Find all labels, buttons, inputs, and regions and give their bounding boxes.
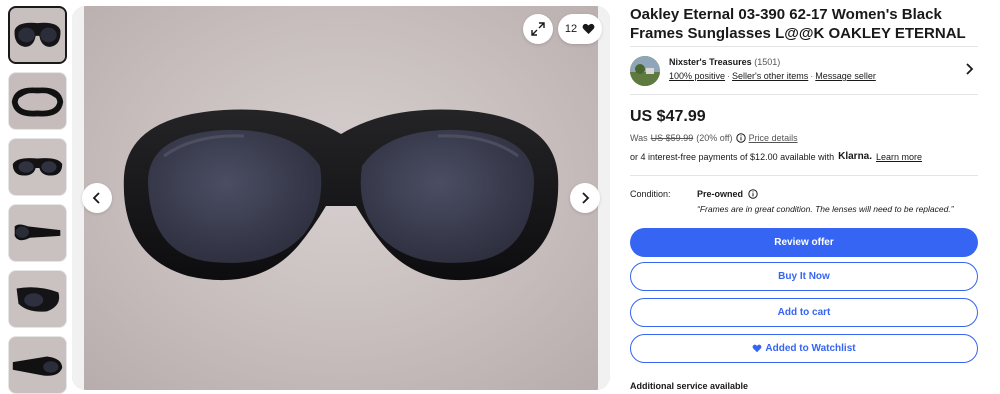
next-image-button[interactable] — [570, 183, 600, 213]
add-to-cart-button[interactable]: Add to cart — [630, 298, 978, 327]
divider — [630, 46, 978, 47]
expand-button[interactable] — [523, 14, 553, 44]
thumbnail-6[interactable] — [8, 336, 67, 394]
condition-value-row: Pre-owned — [697, 189, 758, 199]
seller-other-items-link[interactable]: Seller's other items — [732, 71, 808, 81]
was-label: Was — [630, 133, 648, 143]
thumbnail-strip — [8, 6, 68, 394]
chevron-right-icon — [582, 192, 590, 204]
watch-count: 12 — [564, 23, 578, 35]
divider — [630, 94, 978, 95]
previous-image-button[interactable] — [82, 183, 112, 213]
seller-avatar[interactable] — [630, 56, 660, 86]
condition-description: “Frames are in great condition. The lens… — [697, 204, 954, 214]
thumbnail-4[interactable] — [8, 204, 67, 262]
buy-it-now-button[interactable]: Buy It Now — [630, 262, 978, 291]
additional-service-heading: Additional service available — [630, 381, 749, 391]
was-price: US $59.99 — [650, 133, 694, 143]
seller-positive-link[interactable]: 100% positive — [669, 71, 725, 81]
klarna-logo: Klarna. — [838, 151, 873, 162]
thumbnail-5[interactable] — [8, 270, 67, 328]
seller-name[interactable]: Nixster's Treasures — [669, 57, 752, 67]
listing-title: Oakley Eternal 03-390 62-17 Women's Blac… — [630, 6, 966, 42]
message-seller-link[interactable]: Message seller — [815, 71, 876, 81]
thumbnail-2[interactable] — [8, 72, 67, 130]
discount: (20% off) — [696, 133, 733, 143]
seller-card[interactable]: Nixster's Treasures (1501) 100% positive… — [630, 54, 978, 94]
listing-panel: Oakley Eternal 03-390 62-17 Women's Blac… — [630, 0, 978, 391]
added-to-watchlist-button[interactable]: Added to Watchlist — [630, 334, 978, 363]
heart-icon — [582, 23, 595, 34]
price-details-link[interactable]: Price details — [749, 133, 798, 143]
chevron-right-icon[interactable] — [965, 63, 974, 75]
condition-value: Pre-owned — [697, 189, 744, 199]
sunglasses-photo — [123, 109, 559, 281]
chevron-left-icon — [92, 192, 100, 204]
was-price-row: Was US $59.99 (20% off) Price details — [630, 133, 798, 143]
thumbnail-3[interactable] — [8, 138, 67, 196]
added-to-watchlist-label: Added to Watchlist — [765, 343, 856, 354]
divider — [630, 175, 978, 176]
klarna-text: or 4 interest-free payments of $12.00 av… — [630, 151, 835, 162]
expand-icon — [531, 22, 545, 36]
thumbnail-1[interactable] — [8, 6, 67, 64]
condition-label: Condition: — [630, 189, 671, 199]
main-product-image[interactable]: 12 — [72, 6, 610, 390]
info-icon[interactable] — [748, 189, 758, 199]
learn-more-link[interactable]: Learn more — [876, 152, 922, 162]
heart-icon — [752, 344, 762, 353]
seller-feedback-count: (1501) — [754, 57, 781, 67]
klarna-row: or 4 interest-free payments of $12.00 av… — [630, 151, 922, 162]
info-icon[interactable] — [735, 133, 746, 143]
price: US $47.99 — [630, 108, 706, 125]
watch-count-button[interactable]: 12 — [558, 14, 602, 44]
review-offer-button[interactable]: Review offer — [630, 228, 978, 257]
